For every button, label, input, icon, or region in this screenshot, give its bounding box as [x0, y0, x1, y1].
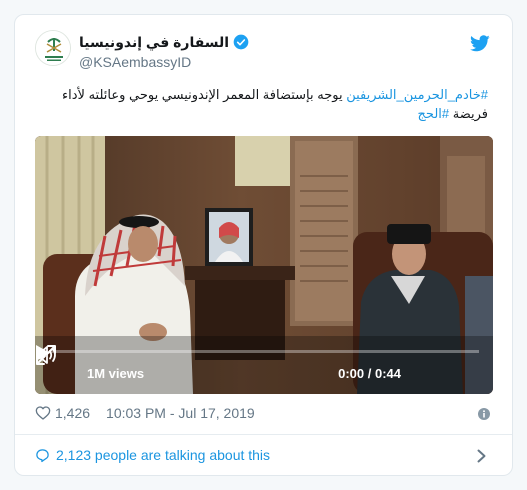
tweet-meta: 1,426 10:03 PM - Jul 17, 2019 — [35, 404, 255, 422]
conversation-link[interactable]: 2,123 people are talking about this — [35, 447, 270, 463]
verified-badge-icon — [233, 34, 249, 50]
fullscreen-icon[interactable] — [35, 344, 57, 366]
tweet-text: #خادم_الحرمين_الشريفين يوجه بإستضافة الم… — [38, 85, 488, 123]
video-player[interactable]: 1M views 0:00 / 0:44 — [35, 136, 493, 394]
chevron-right-icon[interactable] — [477, 449, 486, 463]
twitter-logo-icon[interactable] — [470, 35, 490, 52]
info-icon[interactable] — [478, 408, 490, 420]
tweet-timestamp[interactable]: 10:03 PM - Jul 17, 2019 — [106, 405, 255, 421]
like-count[interactable]: 1,426 — [55, 405, 90, 421]
reply-bubble-icon — [36, 448, 49, 462]
video-time: 0:00 / 0:44 — [338, 366, 401, 381]
author-handle[interactable]: @KSAembassyID — [79, 54, 249, 70]
avatar[interactable] — [35, 30, 71, 66]
heart-icon[interactable] — [35, 405, 51, 421]
video-progress-bar[interactable] — [49, 350, 479, 353]
conversation-count[interactable]: 2,123 people are talking about this — [56, 447, 270, 463]
author-name[interactable]: السفارة في إندونيسيا — [79, 34, 229, 51]
hashtag-link[interactable]: #خادم_الحرمين_الشريفين — [346, 87, 488, 102]
video-controls: 1M views 0:00 / 0:44 — [35, 344, 493, 394]
divider — [15, 434, 512, 435]
view-count: 1M views — [87, 366, 145, 381]
tweet-card[interactable]: السفارة في إندونيسيا @KSAembassyID #خادم… — [14, 14, 513, 476]
tweet-header: السفارة في إندونيسيا @KSAembassyID — [15, 15, 512, 85]
author-block: السفارة في إندونيسيا @KSAembassyID — [79, 33, 249, 70]
saudi-emblem-icon — [36, 31, 70, 65]
hashtag-link[interactable]: #الحج — [418, 106, 450, 121]
